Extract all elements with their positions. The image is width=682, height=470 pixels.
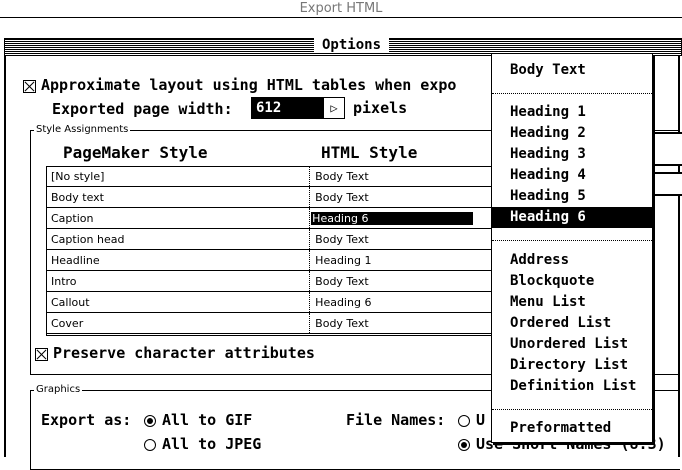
column-header-html: HTML Style xyxy=(321,143,418,162)
html-style-cell[interactable]: Body Text xyxy=(309,312,496,334)
menu-item-heading-5[interactable]: Heading 5 xyxy=(492,186,652,207)
radio-short-names[interactable] xyxy=(458,439,470,451)
page-width-arrow-button[interactable]: ▷ xyxy=(323,97,345,119)
menu-item-heading-6[interactable]: Heading 6 xyxy=(492,207,652,228)
html-style-cell[interactable]: Heading 6 xyxy=(309,207,496,229)
pagemaker-style-cell: Callout xyxy=(46,291,311,313)
pagemaker-style-cell: Body text xyxy=(46,186,311,208)
style-assignments-label: Style Assignments xyxy=(34,124,131,135)
window-title-bar[interactable]: Export HTML xyxy=(0,0,682,18)
pagemaker-style-cell: Caption xyxy=(46,207,311,229)
table-row[interactable]: Body text Body Text xyxy=(46,186,496,208)
html-style-cell[interactable]: Body Text xyxy=(309,186,496,208)
menu-separator xyxy=(492,93,652,95)
menu-item-preformatted[interactable]: Preformatted xyxy=(492,418,652,439)
options-label: Options xyxy=(314,37,390,53)
html-style-cell[interactable]: Heading 6 xyxy=(309,291,496,313)
table-row[interactable]: Cover Body Text xyxy=(46,312,496,334)
menu-item-ordered-list[interactable]: Ordered List xyxy=(492,313,652,334)
table-row[interactable]: Intro Body Text xyxy=(46,270,496,292)
menu-item-heading-3[interactable]: Heading 3 xyxy=(492,144,652,165)
table-row[interactable]: Headline Heading 1 xyxy=(46,249,496,271)
window-title: Export HTML xyxy=(299,1,383,16)
menu-item-body-text[interactable]: Body Text xyxy=(492,60,652,81)
radio-all-to-gif[interactable] xyxy=(144,415,156,427)
graphics-label: Graphics xyxy=(34,384,83,395)
preserve-attributes-checkbox[interactable] xyxy=(35,348,48,361)
table-row[interactable]: Caption head Body Text xyxy=(46,228,496,250)
export-as-label: Export as: xyxy=(41,411,132,429)
menu-item-heading-1[interactable]: Heading 1 xyxy=(492,102,652,123)
preserve-attributes-label: Preserve character attributes xyxy=(53,344,315,362)
html-style-cell[interactable]: Heading 1 xyxy=(309,249,496,271)
html-style-cell[interactable]: Body Text xyxy=(309,228,496,250)
all-to-gif-label: All to GIF xyxy=(162,411,253,429)
page-width-label: Exported page width: xyxy=(52,100,233,118)
file-names-u-label: U xyxy=(476,411,486,429)
html-style-cell[interactable]: Body Text xyxy=(309,166,496,187)
menu-separator xyxy=(492,409,652,411)
menu-item-definition-list[interactable]: Definition List xyxy=(492,376,652,397)
page-width-unit: pixels xyxy=(353,99,408,117)
style-table: [No style] Body Text Body text Body Text C… xyxy=(46,166,496,334)
html-style-popup-menu[interactable]: Body Text Heading 1 Heading 2 Heading 3 … xyxy=(491,53,653,443)
pagemaker-style-cell: Cover xyxy=(46,312,311,334)
table-row[interactable]: Callout Heading 6 xyxy=(46,291,496,313)
menu-item-directory-list[interactable]: Directory List xyxy=(492,355,652,376)
menu-separator xyxy=(492,240,652,242)
menu-item-unordered-list[interactable]: Unordered List xyxy=(492,334,652,355)
radio-file-names-u[interactable] xyxy=(458,415,470,427)
menu-item-heading-2[interactable]: Heading 2 xyxy=(492,123,652,144)
file-names-label: File Names: xyxy=(346,411,446,429)
menu-item-heading-4[interactable]: Heading 4 xyxy=(492,165,652,186)
approximate-layout-checkbox[interactable] xyxy=(23,80,36,93)
approximate-layout-label: Approximate layout using HTML tables whe… xyxy=(41,76,457,94)
html-style-cell[interactable]: Body Text xyxy=(309,270,496,292)
menu-item-address[interactable]: Address xyxy=(492,250,652,271)
table-row-selected[interactable]: Caption Heading 6 xyxy=(46,207,496,229)
table-row[interactable]: [No style] Body Text xyxy=(46,166,496,187)
column-header-pagemaker: PageMaker Style xyxy=(63,143,208,162)
html-style-selected-value: Heading 6 xyxy=(311,211,474,225)
all-to-jpeg-label: All to JPEG xyxy=(162,435,262,453)
menu-item-menu-list[interactable]: Menu List xyxy=(492,292,652,313)
page-width-input[interactable]: 612 xyxy=(251,97,323,119)
pagemaker-style-cell: Intro xyxy=(46,270,311,292)
pagemaker-style-cell: Caption head xyxy=(46,228,311,250)
pagemaker-style-cell: [No style] xyxy=(46,166,311,187)
radio-all-to-jpeg[interactable] xyxy=(144,439,156,451)
menu-item-blockquote[interactable]: Blockquote xyxy=(492,271,652,292)
pagemaker-style-cell: Headline xyxy=(46,249,311,271)
